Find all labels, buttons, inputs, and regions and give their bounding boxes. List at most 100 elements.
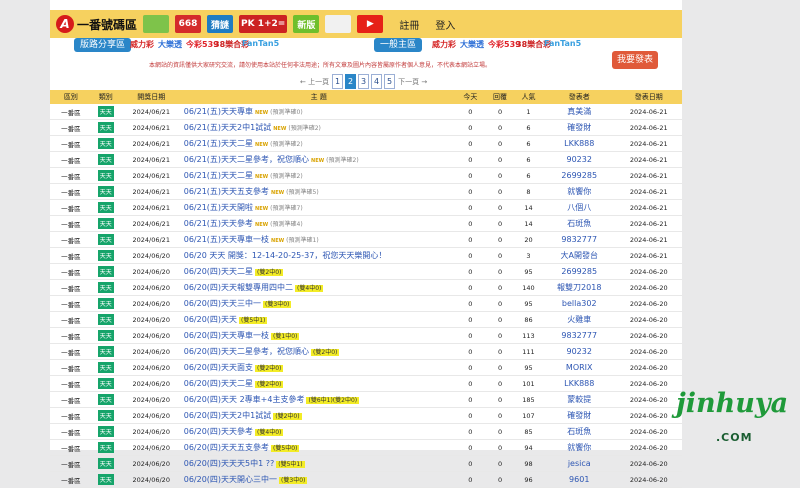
table-row[interactable]: 一番區 天天 2024/06/20 06/20(四)天天專車一枝 (雙1中0) 0 0 113… (50, 327, 682, 344)
table-row[interactable]: 一番區 天天 2024/06/21 06/21(五)天天二星 NEW (預測準確2) 0 0 6… (50, 167, 682, 184)
poster-cell[interactable]: 確發財 (542, 407, 616, 424)
column-header[interactable]: 人氣 (514, 90, 543, 104)
topic-title-cell[interactable]: 06/21(五)天天專車 NEW (預測準確0) (182, 104, 455, 120)
topic-title-link[interactable]: 06/21(五)天天二星 (184, 171, 253, 180)
table-row[interactable]: 一番區 天天 2024/06/20 06/20(四)天天天5中1 ?? (雙5中1) 0 0… (50, 455, 682, 472)
poster-cell[interactable]: 確發財 (542, 119, 616, 136)
table-row[interactable]: 一番區 天天 2024/06/21 06/21(五)天天專車 NEW (預測準確0) 0 0 1… (50, 104, 682, 120)
poster-cell[interactable]: 蒙較提 (542, 391, 616, 408)
page-1-button[interactable]: 1 (332, 74, 344, 89)
topic-title-link[interactable]: 06/21(五)天天開啦 (184, 203, 253, 212)
table-row[interactable]: 一番區 天天 2024/06/20 06/20(四)天天參考 (雙4中0) 0 0 85 石斑魚… (50, 423, 682, 440)
page-2-button[interactable]: 2 (345, 74, 357, 89)
poster-cell[interactable]: 9832777 (542, 231, 616, 248)
topic-title-link[interactable]: 06/21(五)天天二星參考，祝您順心 (184, 155, 309, 164)
table-row[interactable]: 一番區 天天 2024/06/20 06/20(四)天天三中一 (雙3中0) 0 0 95 be… (50, 295, 682, 312)
topic-title-link[interactable]: 06/21(五)天天專車一枝 (184, 235, 269, 244)
column-header[interactable]: 開獎日期 (119, 90, 183, 104)
topic-title-link[interactable]: 06/20(四)天天二星 (184, 267, 253, 276)
column-header[interactable]: 主 題 (182, 90, 455, 104)
brand-logo-2[interactable]: 大樂透 (158, 39, 182, 50)
topic-title-link[interactable]: 06/21(五)天天專車 (184, 107, 253, 116)
column-header[interactable]: 今天 (454, 90, 486, 104)
table-row[interactable]: 一番區 天天 2024/06/21 06/21(五)天天參考 NEW (預測準確4) 0 0 1… (50, 215, 682, 232)
topic-title-cell[interactable]: 06/20(四)天天二星參考，祝您順心 (雙2中0) (182, 343, 455, 360)
poster-cell[interactable]: 就饗你 (542, 183, 616, 200)
topic-title-cell[interactable]: 06/21(五)天天專車一枝 NEW (預測準確1) (182, 231, 455, 248)
table-row[interactable]: 一番區 天天 2024/06/20 06/20(四)天天五支參考 (雙5中0) 0 0 94 就… (50, 439, 682, 456)
poster-cell[interactable]: 2699285 (542, 167, 616, 184)
topic-title-link[interactable]: 06/20(四)天天面支 (184, 363, 253, 372)
topic-title-link[interactable]: 06/20(四)天天 2專車+4主支參考 (184, 395, 305, 404)
poster-cell[interactable]: 9601 (542, 471, 616, 488)
topic-title-link[interactable]: 06/21(五)天天參考 (184, 219, 253, 228)
page-3-button[interactable]: 3 (358, 74, 370, 89)
next-page-link[interactable]: 下一頁 → (398, 77, 427, 87)
poster-cell[interactable]: 9832777 (542, 327, 616, 344)
table-row[interactable]: 一番區 天天 2024/06/20 06/20(四)天天報雙專用四中二 (雙4中0) 0 0… (50, 279, 682, 296)
topic-title-cell[interactable]: 06/20(四)天天專車一枝 (雙1中0) (182, 327, 455, 344)
topic-title-cell[interactable]: 06/20(四)天天三中一 (雙3中0) (182, 295, 455, 312)
page-5-button[interactable]: 5 (384, 74, 396, 89)
table-row[interactable]: 一番區 天天 2024/06/21 06/21(五)天天2中1試試 NEW (預測準確2)… (50, 119, 682, 136)
register-link[interactable]: 註冊 (399, 17, 419, 32)
topic-title-cell[interactable]: 06/20(四)天天天5中1 ?? (雙5中1) (182, 455, 455, 472)
login-link[interactable]: 登入 (435, 17, 455, 32)
topic-title-cell[interactable]: 06/20(四)天天報雙專用四中二 (雙4中0) (182, 279, 455, 296)
poster-cell[interactable]: 真美滿 (542, 104, 616, 120)
chart-image-icon[interactable] (143, 15, 170, 33)
topic-title-link[interactable]: 06/20(四)天天二星 (184, 379, 253, 388)
poster-cell[interactable]: 石斑魚 (542, 215, 616, 232)
lottery-draw-icon[interactable]: 猜謎 (207, 15, 234, 33)
new-version-icon[interactable]: 新版 (293, 15, 320, 33)
topic-title-cell[interactable]: 06/21(五)天天參考 NEW (預測準確4) (182, 215, 455, 232)
poster-cell[interactable]: 石斑魚 (542, 423, 616, 440)
person-icon[interactable] (325, 15, 352, 33)
brand-logo-1[interactable]: 威力彩 (432, 39, 456, 50)
topic-title-cell[interactable]: 06/21(五)天天2中1試試 NEW (預測準確2) (182, 119, 455, 136)
poster-cell[interactable]: 就饗你 (542, 439, 616, 456)
page-4-button[interactable]: 4 (371, 74, 383, 89)
post-button[interactable]: 我要發表 (612, 51, 658, 69)
topic-title-cell[interactable]: 06/20(四)天天 2專車+4主支參考 (雙6中1)(雙2中0) (182, 391, 455, 408)
poster-cell[interactable]: bella302 (542, 295, 616, 312)
topic-title-cell[interactable]: 06/21(五)天天二星參考，祝您順心 NEW (預測準確2) (182, 151, 455, 168)
column-header[interactable]: 發表日期 (615, 90, 682, 104)
table-row[interactable]: 一番區 天天 2024/06/21 06/21(五)天天五支參考 NEW (預測準確5) 0… (50, 183, 682, 200)
topic-title-link[interactable]: 06/20 天天 開獎：12-14-20-25-37，祝您天天樂開心！ (184, 251, 387, 260)
table-row[interactable]: 一番區 天天 2024/06/21 06/21(五)天天專車一枝 NEW (預測準確1) 0… (50, 231, 682, 248)
topic-title-link[interactable]: 06/21(五)天天二星 (184, 139, 253, 148)
poster-cell[interactable]: 90232 (542, 343, 616, 360)
table-row[interactable]: 一番區 天天 2024/06/20 06/20(四)天天面支 (雙2中0) 0 0 95 MOR… (50, 359, 682, 376)
brand-logo-1[interactable]: 威力彩 (130, 39, 154, 50)
topic-title-cell[interactable]: 06/20(四)天天 (雙5中1) (182, 311, 455, 328)
table-row[interactable]: 一番區 天天 2024/06/20 06/20 天天 開獎：12-14-20-25-3… (50, 247, 682, 264)
topic-title-cell[interactable]: 06/20(四)天天參考 (雙4中0) (182, 423, 455, 440)
topic-title-cell[interactable]: 06/21(五)天天五支參考 NEW (預測準確5) (182, 183, 455, 200)
topic-title-link[interactable]: 06/20(四)天天三中一 (184, 299, 261, 308)
poster-cell[interactable]: 火雞車 (542, 311, 616, 328)
column-header[interactable]: 類別 (91, 90, 120, 104)
poster-cell[interactable]: 90232 (542, 151, 616, 168)
topic-title-cell[interactable]: 06/20(四)天天2中1試試 (雙2中0) (182, 407, 455, 424)
topic-title-link[interactable]: 06/20(四)天天報雙專用四中二 (184, 283, 293, 292)
topic-title-cell[interactable]: 06/20(四)天天二星 (雙2中0) (182, 263, 455, 280)
table-row[interactable]: 一番區 天天 2024/06/21 06/21(五)天天二星參考，祝您順心 NEW (預測… (50, 151, 682, 168)
topic-title-link[interactable]: 06/21(五)天天2中1試試 (184, 123, 271, 132)
table-row[interactable]: 一番區 天天 2024/06/20 06/20(四)天天二星 (雙2中0) 0 0 95 269… (50, 263, 682, 280)
general-area-pill[interactable]: 一般主區 (374, 38, 423, 52)
brand-logo-2[interactable]: 大樂透 (460, 39, 484, 50)
poster-cell[interactable]: 大A開發台 (542, 247, 616, 264)
topic-title-link[interactable]: 06/20(四)天天五支參考 (184, 443, 269, 452)
table-row[interactable]: 一番區 天天 2024/06/20 06/20(四)天天開心三中一 (雙3中0) 0 0 96… (50, 471, 682, 488)
topic-title-link[interactable]: 06/20(四)天天天5中1 ?? (184, 459, 275, 468)
pk-icon[interactable]: PK 1+2= (239, 15, 288, 33)
table-row[interactable]: 一番區 天天 2024/06/21 06/21(五)天天開啦 NEW (預測準確7) 0 0 1… (50, 199, 682, 216)
topic-title-cell[interactable]: 06/21(五)天天二星 NEW (預測準確2) (182, 135, 455, 152)
topic-title-cell[interactable]: 06/20(四)天天開心三中一 (雙3中0) (182, 471, 455, 488)
poster-cell[interactable]: 八個八 (542, 199, 616, 216)
topic-title-link[interactable]: 06/20(四)天天開心三中一 (184, 475, 277, 484)
topic-title-link[interactable]: 06/21(五)天天五支參考 (184, 187, 269, 196)
poster-cell[interactable]: 2699285 (542, 263, 616, 280)
prev-page-link[interactable]: ← 上一頁 (300, 77, 329, 87)
